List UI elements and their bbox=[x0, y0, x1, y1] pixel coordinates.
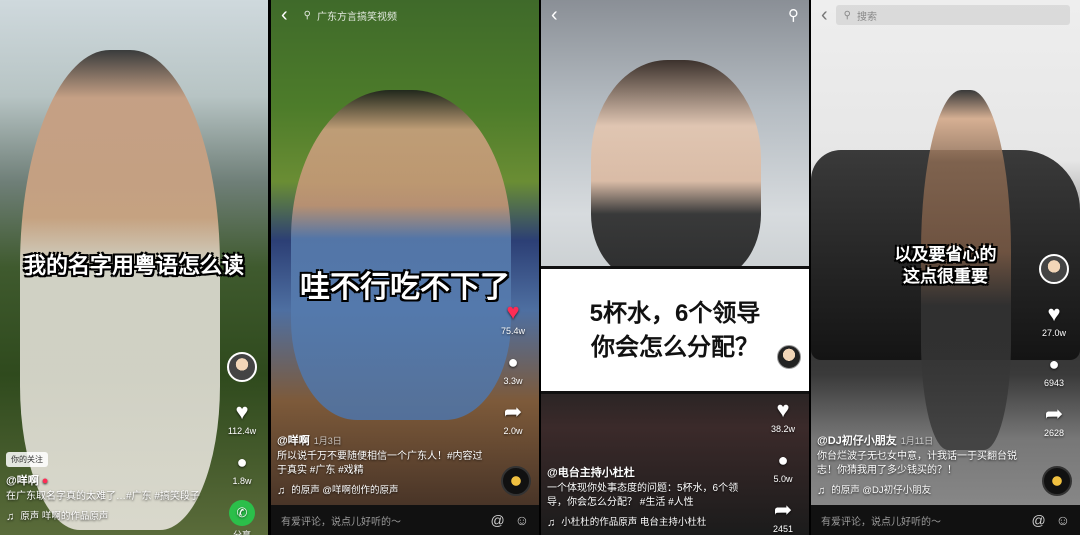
action-rail: ♥ 27.0w ● 6943 ➦ 2628 bbox=[1034, 254, 1074, 450]
comment-bar[interactable]: 有爱评论，说点儿好听的～ @ ☺ bbox=[811, 505, 1080, 535]
top-bar: ‹ ⚲ bbox=[541, 0, 809, 30]
video-caption: 以及要省心的 这点很重要 bbox=[851, 244, 1040, 288]
music-disc-icon[interactable] bbox=[501, 466, 531, 496]
search-placeholder: 广东方言搞笑视频 bbox=[317, 11, 397, 23]
music-note-icon: ♫ bbox=[547, 517, 556, 529]
action-rail: ♥ 112.4w ● 1.8w ✆ 分享 bbox=[222, 352, 262, 535]
like-count: 112.4w bbox=[227, 426, 257, 436]
author-avatar[interactable] bbox=[1039, 254, 1069, 284]
caption-line-2: 这点很重要 bbox=[903, 267, 988, 286]
music-note-icon: ♫ bbox=[817, 485, 826, 497]
search-placeholder: 搜索 bbox=[857, 11, 877, 23]
follow-badge: 你的关注 bbox=[6, 452, 48, 467]
action-rail: ♥ 75.4w ● 3.3w ➦ 2.0w bbox=[493, 300, 533, 448]
comment-count: 6943 bbox=[1043, 378, 1065, 388]
comment-icon[interactable]: ● bbox=[229, 450, 255, 474]
music-disc-icon[interactable] bbox=[1042, 466, 1072, 496]
heart-icon[interactable]: ♥ bbox=[500, 300, 526, 324]
emoji-icon[interactable]: ☺ bbox=[515, 512, 529, 528]
share-arrow-icon[interactable]: ➦ bbox=[1041, 402, 1067, 426]
back-icon[interactable]: ‹ bbox=[281, 5, 288, 25]
comment-count: 3.3w bbox=[503, 376, 523, 386]
video-description: 在广东取名字真的太难了…#广东 #搞笑段子 bbox=[6, 491, 200, 502]
music-note-icon: ♫ bbox=[277, 485, 286, 497]
like-count: 38.2w bbox=[770, 424, 796, 434]
video-description: 所以说千万不要随便相信一个广东人！#内容过于真实 #广东 #戏精 bbox=[277, 451, 483, 476]
search-icon: ⚲ bbox=[303, 9, 311, 21]
wechat-share-icon[interactable]: ✆ bbox=[229, 500, 255, 526]
back-icon[interactable]: ‹ bbox=[551, 5, 558, 25]
music-info[interactable]: ♫ 小杜杜的作品原声 电台主持小杜杜 bbox=[547, 516, 757, 530]
comment-icon[interactable]: ● bbox=[1041, 352, 1067, 376]
search-icon: ⚲ bbox=[843, 9, 851, 21]
search-box[interactable]: ⚲ 广东方言搞笑视频 bbox=[296, 5, 529, 25]
comment-icon[interactable]: ● bbox=[770, 448, 796, 472]
video-panel-3[interactable]: ‹ ⚲ 5杯水，6个领导 你会怎么分配？ ♥ 38.2w ● 5.0w ➦ 24… bbox=[541, 0, 809, 535]
video-info: @电台主持小杜杜 一个体现你处事态度的问题：5杯水，6个领导，你会怎么分配？ #… bbox=[547, 466, 757, 530]
music-note-icon: ♫ bbox=[6, 511, 15, 523]
post-date: 1月11日 bbox=[900, 436, 934, 446]
author-name[interactable]: @咩啊 1月3日 bbox=[277, 434, 487, 448]
heart-icon[interactable]: ♥ bbox=[770, 398, 796, 422]
comment-icon[interactable]: ● bbox=[500, 350, 526, 374]
comment-count: 1.8w bbox=[232, 476, 252, 486]
heart-icon[interactable]: ♥ bbox=[229, 400, 255, 424]
video-panel-4[interactable]: ‹ ⚲ 搜索 以及要省心的 这点很重要 ♥ 27.0w ● 6943 ➦ 262… bbox=[811, 0, 1080, 535]
share-count: 2451 bbox=[772, 524, 794, 534]
comment-input[interactable]: 有爱评论，说点儿好听的～ bbox=[821, 513, 1021, 528]
share-arrow-icon[interactable]: ➦ bbox=[770, 498, 796, 522]
comment-count: 5.0w bbox=[773, 474, 793, 484]
search-icon[interactable]: ⚲ bbox=[788, 6, 799, 24]
video-description: 你台烂波子无乜女中意，计我话一于买翻台锐志！你猜我用了多少钱买的？！ bbox=[817, 451, 1017, 476]
share-label: 分享 bbox=[232, 530, 251, 535]
music-info[interactable]: ♫ 原声 咩啊的作品原声 bbox=[6, 510, 216, 524]
video-caption: 我的名字用粤语怎么读 bbox=[23, 253, 244, 278]
video-person bbox=[291, 90, 511, 420]
video-info: @DJ初仔小朋友 1月11日 你台烂波子无乜女中意，计我话一于买翻台锐志！你猜我用… bbox=[817, 434, 1028, 498]
music-info[interactable]: ♫ 的原声 @DJ初仔小朋友 bbox=[817, 484, 1028, 498]
back-icon[interactable]: ‹ bbox=[821, 5, 828, 25]
mention-icon[interactable]: @ bbox=[490, 512, 504, 528]
author-avatar[interactable] bbox=[777, 345, 801, 369]
video-info: @咩啊 1月3日 所以说千万不要随便相信一个广东人！#内容过于真实 #广东 #戏精… bbox=[277, 434, 487, 498]
video-person bbox=[20, 50, 220, 530]
search-box[interactable]: ⚲ 搜索 bbox=[835, 5, 1070, 25]
banner-line-2: 你会怎么分配？ bbox=[591, 334, 759, 361]
author-name[interactable]: @DJ初仔小朋友 1月11日 bbox=[817, 434, 1028, 448]
caption-line-1: 以及要省心的 bbox=[894, 245, 997, 264]
video-description: 一个体现你处事态度的问题：5杯水，6个领导，你会怎么分配？ #生活 #人性 bbox=[547, 483, 739, 508]
heart-icon[interactable]: ♥ bbox=[1041, 302, 1067, 326]
share-count: 2628 bbox=[1043, 428, 1065, 438]
question-banner: 5杯水，6个领导 你会怎么分配？ bbox=[541, 266, 809, 394]
video-panel-2[interactable]: ‹ ⚲ 广东方言搞笑视频 哇不行吃不下了 ♥ 75.4w ● 3.3w ➦ 2.… bbox=[271, 0, 539, 535]
top-bar: ‹ ⚲ 搜索 bbox=[811, 0, 1080, 30]
post-date: 1月3日 bbox=[313, 436, 342, 446]
share-arrow-icon[interactable]: ➦ bbox=[500, 400, 526, 424]
video-panel-1[interactable]: 我的名字用粤语怎么读 ♥ 112.4w ● 1.8w ✆ 分享 你的关注 @咩啊… bbox=[0, 0, 268, 535]
like-count: 27.0w bbox=[1041, 328, 1067, 338]
emoji-icon[interactable]: ☺ bbox=[1056, 512, 1070, 528]
like-count: 75.4w bbox=[500, 326, 526, 336]
comment-input[interactable]: 有爱评论，说点儿好听的～ bbox=[281, 513, 480, 528]
video-info: @咩啊 ● 在广东取名字真的太难了…#广东 #搞笑段子 ♫ 原声 咩啊的作品原声 bbox=[6, 474, 216, 524]
author-name[interactable]: @咩啊 ● bbox=[6, 474, 216, 488]
action-rail: ♥ 38.2w ● 5.0w ➦ 2451 bbox=[763, 398, 803, 535]
video-person bbox=[591, 60, 761, 280]
mention-icon[interactable]: @ bbox=[1031, 512, 1045, 528]
comment-bar[interactable]: 有爱评论，说点儿好听的～ @ ☺ bbox=[271, 505, 539, 535]
top-bar: ‹ ⚲ 广东方言搞笑视频 bbox=[271, 0, 539, 30]
author-avatar[interactable] bbox=[227, 352, 257, 382]
author-name[interactable]: @电台主持小杜杜 bbox=[547, 466, 757, 480]
banner-line-1: 5杯水，6个领导 bbox=[589, 300, 761, 327]
share-count: 2.0w bbox=[503, 426, 523, 436]
music-info[interactable]: ♫ 的原声 @咩啊创作的原声 bbox=[277, 484, 487, 498]
